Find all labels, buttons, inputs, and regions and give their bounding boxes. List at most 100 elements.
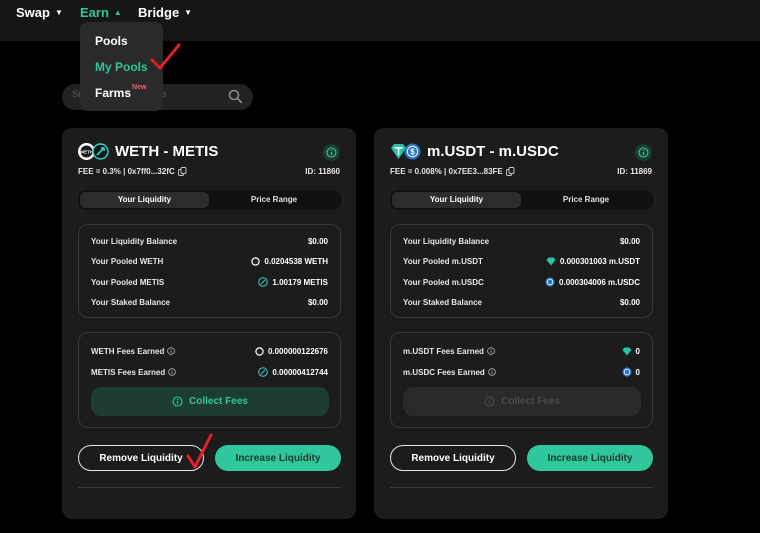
balance-row: Your Pooled m.USDC 0.000304006 m.USDC: [403, 276, 640, 288]
collect-fees-button[interactable]: Collect Fees: [403, 387, 641, 416]
info-icon[interactable]: [487, 347, 495, 355]
nav-earn[interactable]: Earn ▲: [80, 5, 122, 20]
info-icon: [172, 396, 183, 407]
metis-icon: [92, 143, 109, 160]
fee-value: 0: [635, 367, 640, 377]
menu-item-farms[interactable]: FarmsNew: [95, 84, 146, 100]
pool-fee-address: FEE = 0.3% | 0x7ff0...32fC: [78, 167, 187, 176]
pool-pair-name: m.USDT - m.USDC: [427, 143, 559, 160]
balance-row: Your Liquidity Balance $0.00: [403, 235, 640, 247]
balance-label: Your Liquidity Balance: [403, 236, 490, 246]
fee-row: m.USDC Fees Earned 0: [403, 366, 640, 378]
position-id-label: ID:: [617, 167, 628, 176]
balance-value: $0.00: [307, 236, 328, 246]
tab-your-liquidity[interactable]: Your Liquidity: [392, 192, 521, 208]
info-icon[interactable]: [168, 368, 177, 376]
balance-row: Your Staked Balance $0.00: [403, 296, 640, 308]
liquidity-balances: Your Liquidity Balance $0.00 Your Pooled…: [78, 224, 341, 318]
balance-value: 0.0204538 WETH: [264, 256, 328, 266]
balance-label: Your Pooled m.USDT: [403, 256, 483, 266]
info-icon[interactable]: [488, 368, 496, 376]
balance-value: 0.000304006 m.USDC: [559, 277, 640, 287]
fee-value: 0: [635, 346, 640, 356]
metis-icon: [258, 277, 269, 287]
fees-earned: WETH Fees Earned 0.000000122676 METIS Fe…: [78, 332, 341, 428]
usdt-icon: [546, 257, 556, 265]
menu-item-pools[interactable]: Pools: [95, 34, 128, 48]
balance-value: $0.00: [619, 297, 640, 307]
fee-label: m.USDT Fees Earned: [403, 346, 484, 356]
menu-item-farms-label: Farms: [95, 86, 132, 100]
balance-value: $0.00: [619, 236, 640, 246]
collect-fees-button[interactable]: Collect Fees: [91, 387, 329, 416]
balance-label: Your Pooled METIS: [91, 277, 165, 287]
balance-label: Your Liquidity Balance: [91, 236, 178, 246]
increase-liquidity-button[interactable]: Increase Liquidity: [527, 445, 653, 471]
nav-swap[interactable]: Swap ▼: [16, 5, 63, 20]
pool-fee-text: FEE = 0.3% | 0x7ff0...32fC: [78, 167, 175, 176]
info-icon[interactable]: [167, 347, 176, 355]
nav-earn-label: Earn: [80, 5, 109, 20]
fee-label: WETH Fees Earned: [91, 346, 165, 356]
usdc-icon: $: [404, 143, 421, 160]
balance-value: $0.00: [307, 297, 328, 307]
fee-label: METIS Fees Earned: [91, 367, 166, 377]
pool-pair-name: WETH - METIS: [115, 143, 219, 160]
metis-icon: [258, 367, 269, 377]
position-id: ID: 11860: [305, 167, 340, 176]
position-id: ID: 11869: [617, 167, 652, 176]
tab-price-range[interactable]: Price Range: [209, 192, 339, 208]
chevron-down-icon: ▼: [184, 8, 193, 17]
remove-liquidity-button[interactable]: Remove Liquidity: [390, 445, 516, 471]
fee-value: 0.000000122676: [267, 346, 328, 356]
chevron-down-icon: ▼: [54, 8, 63, 17]
card-tabs: Your Liquidity Price Range: [78, 190, 341, 210]
balance-row: Your Pooled WETH 0.0204538 WETH: [91, 255, 328, 267]
collect-fees-label: Collect Fees: [501, 396, 560, 407]
pool-position-card: $ m.USDT - m.USDC FEE = 0.008% | 0x7EE3.…: [374, 128, 668, 519]
divider: [390, 487, 653, 488]
copy-icon[interactable]: [177, 167, 187, 176]
fee-row: METIS Fees Earned 0.00000412744: [91, 366, 328, 378]
search-icon[interactable]: [228, 89, 243, 104]
position-id-value: 11869: [630, 167, 652, 176]
balance-value: 1.00179 METIS: [272, 277, 328, 287]
chevron-up-icon: ▲: [113, 8, 122, 17]
copy-icon[interactable]: [505, 167, 515, 176]
balance-label: Your Staked Balance: [403, 297, 482, 307]
weth-icon: [251, 256, 261, 266]
weth-icon: [255, 346, 264, 356]
balance-row: Your Staked Balance $0.00: [91, 296, 328, 308]
nav-swap-label: Swap: [16, 5, 50, 20]
svg-text:$: $: [410, 148, 415, 157]
balance-label: Your Pooled WETH: [91, 256, 164, 266]
liquidity-balances: Your Liquidity Balance $0.00 Your Pooled…: [390, 224, 653, 318]
annotation-check-mark: [186, 433, 213, 469]
info-icon[interactable]: [323, 144, 340, 161]
usdc-icon: [621, 367, 632, 377]
fee-row: WETH Fees Earned 0.000000122676: [91, 345, 328, 357]
tab-price-range[interactable]: Price Range: [521, 192, 651, 208]
pool-fee-text: FEE = 0.008% | 0x7EE3...83FE: [390, 167, 503, 176]
fee-value: 0.00000412744: [272, 367, 328, 377]
tab-your-liquidity[interactable]: Your Liquidity: [80, 192, 209, 208]
annotation-check-mark: [150, 43, 181, 70]
nav-bridge-label: Bridge: [138, 5, 180, 20]
position-id-value: 11860: [318, 167, 340, 176]
position-id-label: ID:: [305, 167, 316, 176]
balance-label: Your Staked Balance: [91, 297, 170, 307]
balance-label: Your Pooled m.USDC: [403, 277, 484, 287]
balance-row: Your Liquidity Balance $0.00: [91, 235, 328, 247]
info-icon: [484, 396, 495, 407]
menu-item-my-pools[interactable]: My Pools: [95, 60, 148, 74]
fees-earned: m.USDT Fees Earned 0 m.USDC Fees Earned …: [390, 332, 653, 428]
card-tabs: Your Liquidity Price Range: [390, 190, 653, 210]
increase-liquidity-button[interactable]: Increase Liquidity: [215, 445, 341, 471]
fee-row: m.USDT Fees Earned 0: [403, 345, 640, 357]
info-icon[interactable]: [635, 144, 652, 161]
balance-row: Your Pooled m.USDT 0.000301003 m.USDT: [403, 255, 640, 267]
usdc-icon: [545, 277, 555, 287]
fee-label: m.USDC Fees Earned: [403, 367, 485, 377]
divider: [78, 487, 341, 488]
nav-bridge[interactable]: Bridge ▼: [138, 5, 192, 20]
